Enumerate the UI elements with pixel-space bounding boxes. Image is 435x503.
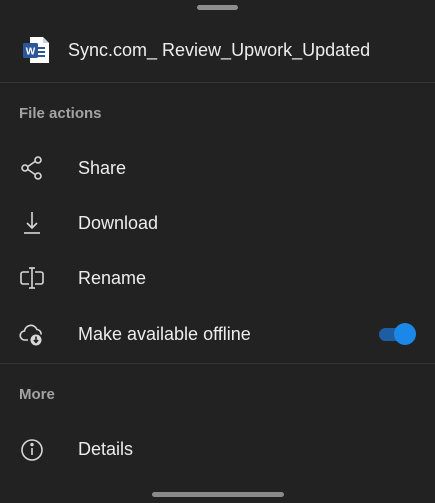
offline-toggle[interactable] [377,322,417,346]
menu-item-label: Rename [78,268,147,288]
svg-text:W: W [26,47,36,58]
toggle-thumb [394,323,416,345]
file-name: Sync.com_ Review_Upwork_Updated [68,40,371,60]
menu-item-label: Details [78,439,134,459]
download-icon [19,210,45,236]
menu-item-download[interactable]: Download [0,196,435,250]
divider [0,363,435,364]
info-icon [19,436,45,462]
section-title-more: More [19,386,55,403]
menu-item-details[interactable]: Details [0,422,435,476]
share-icon [19,155,45,181]
sheet-drag-handle[interactable] [197,5,238,10]
word-document-icon: W [21,35,51,65]
rename-icon [19,265,45,291]
home-indicator[interactable] [152,492,284,497]
menu-item-label: Download [78,213,159,233]
offline-cloud-icon [19,321,45,347]
section-title-file-actions: File actions [19,105,102,122]
menu-item-make-available-offline[interactable]: Make available offline [0,307,435,361]
menu-item-share[interactable]: Share [0,141,435,195]
menu-item-label: Share [78,158,127,178]
menu-item-rename[interactable]: Rename [0,251,435,305]
divider [0,82,435,83]
menu-item-label: Make available offline [78,324,251,344]
file-header: W Sync.com_ Review_Upwork_Updated [0,18,435,82]
